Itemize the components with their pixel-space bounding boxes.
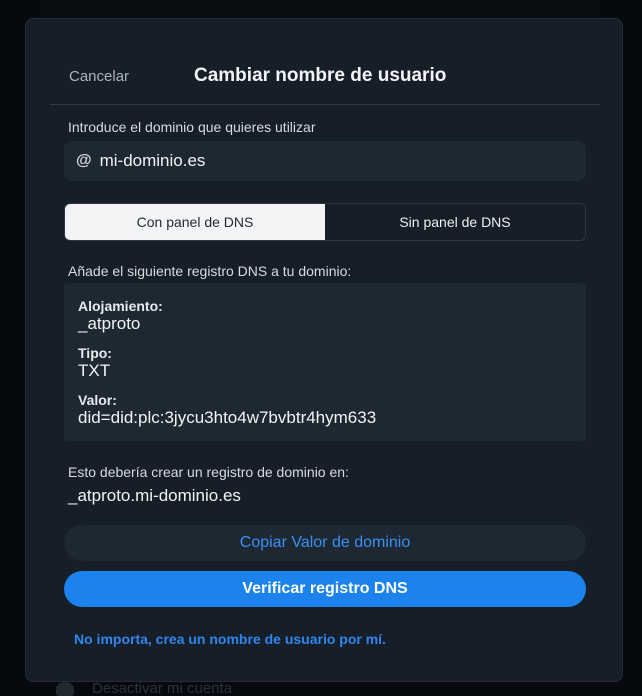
- domain-field[interactable]: @: [64, 141, 586, 181]
- copy-domain-value-button[interactable]: Copiar Valor de dominio: [64, 525, 586, 561]
- tab-with-dns-panel[interactable]: Con panel de DNS: [65, 204, 325, 240]
- backdrop-item-label: Desactivar mi cuenta: [92, 680, 233, 696]
- at-icon: @: [76, 152, 92, 169]
- domain-prompt-label: Introduce el dominio que quieres utiliza…: [68, 119, 316, 135]
- type-value: TXT: [78, 361, 111, 380]
- value-value: did=did:plc:3jycu3hto4w7bvbtr4hym633: [78, 408, 377, 427]
- result-label: Esto debería crear un registro de domini…: [68, 464, 349, 480]
- value-label: Valor:: [78, 392, 117, 408]
- dialog-title: Cambiar nombre de usuario: [194, 65, 447, 86]
- type-label: Tipo:: [78, 345, 112, 361]
- dns-panel-toggle: Con panel de DNS Sin panel de DNS: [64, 203, 586, 241]
- backdrop-deactivate-item: Desactivar mi cuenta: [56, 680, 232, 696]
- backdrop-top-bar: [40, 0, 600, 18]
- dialog-header: Cancelar Cambiar nombre de usuario: [50, 55, 600, 105]
- dns-instruction-label: Añade el siguiente registro DNS a tu dom…: [68, 263, 352, 279]
- change-handle-dialog: Cancelar Cambiar nombre de usuario Intro…: [25, 18, 623, 682]
- cancel-button[interactable]: Cancelar: [69, 68, 129, 85]
- user-icon: [56, 681, 74, 696]
- skip-create-handle-link[interactable]: No importa, crea un nombre de usuario po…: [74, 631, 386, 647]
- result-domain: _atproto.mi-dominio.es: [68, 486, 241, 505]
- verify-dns-button[interactable]: Verificar registro DNS: [64, 571, 586, 607]
- dns-record-box: Alojamiento: _atproto Tipo: TXT Valor: d…: [64, 283, 586, 441]
- host-label: Alojamiento:: [78, 298, 163, 314]
- tab-without-dns-panel[interactable]: Sin panel de DNS: [325, 204, 585, 240]
- host-value: _atproto: [78, 314, 141, 333]
- domain-input[interactable]: [99, 151, 570, 171]
